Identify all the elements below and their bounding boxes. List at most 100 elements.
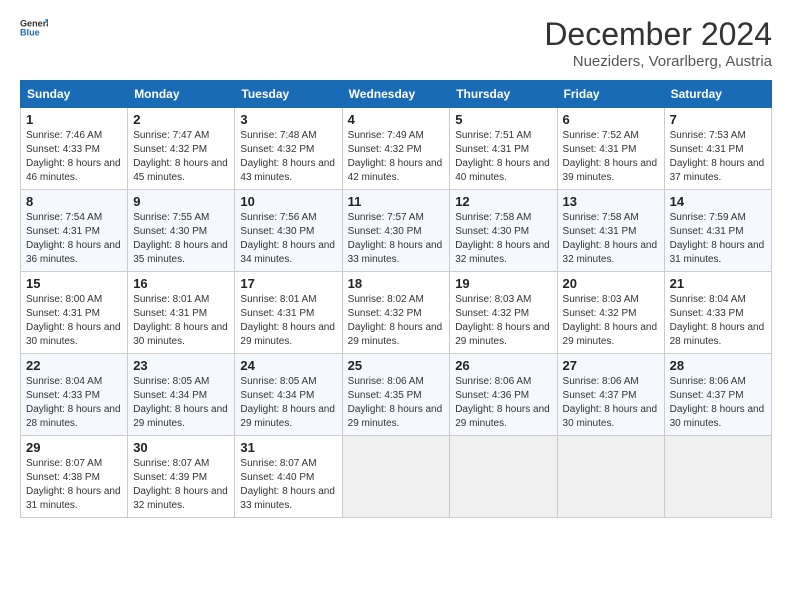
calendar-cell: [450, 436, 557, 518]
logo: General Blue: [20, 16, 48, 38]
day-info: Sunrise: 7:53 AM Sunset: 4:31 PM Dayligh…: [670, 129, 766, 185]
day-info: Sunrise: 7:47 AM Sunset: 4:32 PM Dayligh…: [133, 129, 229, 185]
day-number: 20: [563, 276, 659, 291]
calendar-cell: 8 Sunrise: 7:54 AM Sunset: 4:31 PM Daylig…: [21, 190, 128, 272]
calendar-cell: 21 Sunrise: 8:04 AM Sunset: 4:33 PM Dayli…: [664, 272, 771, 354]
weekday-header-wednesday: Wednesday: [342, 81, 450, 108]
weekday-header-saturday: Saturday: [664, 81, 771, 108]
day-number: 31: [240, 440, 336, 455]
weekday-header-thursday: Thursday: [450, 81, 557, 108]
day-info: Sunrise: 8:05 AM Sunset: 4:34 PM Dayligh…: [240, 375, 336, 431]
day-info: Sunrise: 8:03 AM Sunset: 4:32 PM Dayligh…: [563, 293, 659, 349]
day-number: 25: [348, 358, 445, 373]
day-number: 26: [455, 358, 551, 373]
day-number: 22: [26, 358, 122, 373]
calendar-week-1: 1Sunrise: 7:46 AM Sunset: 4:33 PM Daylig…: [21, 108, 772, 190]
calendar-week-4: 22 Sunrise: 8:04 AM Sunset: 4:33 PM Dayli…: [21, 354, 772, 436]
day-number: 30: [133, 440, 229, 455]
day-number: 8: [26, 194, 122, 209]
day-info: Sunrise: 8:04 AM Sunset: 4:33 PM Dayligh…: [670, 293, 766, 349]
day-number: 6: [563, 112, 659, 127]
day-number: 10: [240, 194, 336, 209]
day-number: 16: [133, 276, 229, 291]
calendar-cell: 10 Sunrise: 7:56 AM Sunset: 4:30 PM Dayli…: [235, 190, 342, 272]
calendar-cell: 15 Sunrise: 8:00 AM Sunset: 4:31 PM Dayli…: [21, 272, 128, 354]
location-title: Nueziders, Vorarlberg, Austria: [544, 53, 772, 70]
day-number: 14: [670, 194, 766, 209]
day-number: 1: [26, 112, 122, 127]
calendar-cell: 25 Sunrise: 8:06 AM Sunset: 4:35 PM Dayli…: [342, 354, 450, 436]
weekday-header-tuesday: Tuesday: [235, 81, 342, 108]
day-number: 15: [26, 276, 122, 291]
day-info: Sunrise: 7:57 AM Sunset: 4:30 PM Dayligh…: [348, 211, 445, 267]
calendar-cell: 28Sunrise: 8:06 AM Sunset: 4:37 PM Dayli…: [664, 354, 771, 436]
day-number: 17: [240, 276, 336, 291]
day-number: 27: [563, 358, 659, 373]
day-info: Sunrise: 8:03 AM Sunset: 4:32 PM Dayligh…: [455, 293, 551, 349]
day-info: Sunrise: 7:59 AM Sunset: 4:31 PM Dayligh…: [670, 211, 766, 267]
day-number: 21: [670, 276, 766, 291]
day-info: Sunrise: 8:05 AM Sunset: 4:34 PM Dayligh…: [133, 375, 229, 431]
calendar-cell: 22 Sunrise: 8:04 AM Sunset: 4:33 PM Dayli…: [21, 354, 128, 436]
day-info: Sunrise: 7:58 AM Sunset: 4:31 PM Dayligh…: [563, 211, 659, 267]
calendar-cell: 3 Sunrise: 7:48 AM Sunset: 4:32 PM Daylig…: [235, 108, 342, 190]
calendar-cell: 29Sunrise: 8:07 AM Sunset: 4:38 PM Dayli…: [21, 436, 128, 518]
calendar-cell: 6 Sunrise: 7:52 AM Sunset: 4:31 PM Daylig…: [557, 108, 664, 190]
calendar-cell: 23 Sunrise: 8:05 AM Sunset: 4:34 PM Dayli…: [128, 354, 235, 436]
calendar-cell: [664, 436, 771, 518]
day-number: 28: [670, 358, 766, 373]
calendar-cell: 24 Sunrise: 8:05 AM Sunset: 4:34 PM Dayli…: [235, 354, 342, 436]
day-number: 19: [455, 276, 551, 291]
weekday-header-monday: Monday: [128, 81, 235, 108]
calendar-table: SundayMondayTuesdayWednesdayThursdayFrid…: [20, 80, 772, 518]
day-info: Sunrise: 8:06 AM Sunset: 4:35 PM Dayligh…: [348, 375, 445, 431]
calendar-week-3: 15 Sunrise: 8:00 AM Sunset: 4:31 PM Dayli…: [21, 272, 772, 354]
calendar-cell: 18Sunrise: 8:02 AM Sunset: 4:32 PM Dayli…: [342, 272, 450, 354]
day-info: Sunrise: 8:07 AM Sunset: 4:40 PM Dayligh…: [240, 457, 336, 513]
day-info: Sunrise: 7:54 AM Sunset: 4:31 PM Dayligh…: [26, 211, 122, 267]
logo-icon: General Blue: [20, 16, 48, 38]
day-number: 2: [133, 112, 229, 127]
day-info: Sunrise: 7:58 AM Sunset: 4:30 PM Dayligh…: [455, 211, 551, 267]
day-number: 7: [670, 112, 766, 127]
day-number: 12: [455, 194, 551, 209]
day-info: Sunrise: 7:48 AM Sunset: 4:32 PM Dayligh…: [240, 129, 336, 185]
calendar-week-5: 29Sunrise: 8:07 AM Sunset: 4:38 PM Dayli…: [21, 436, 772, 518]
day-number: 9: [133, 194, 229, 209]
calendar-cell: 26 Sunrise: 8:06 AM Sunset: 4:36 PM Dayli…: [450, 354, 557, 436]
calendar-cell: 27 Sunrise: 8:06 AM Sunset: 4:37 PM Dayli…: [557, 354, 664, 436]
day-info: Sunrise: 7:56 AM Sunset: 4:30 PM Dayligh…: [240, 211, 336, 267]
day-info: Sunrise: 8:04 AM Sunset: 4:33 PM Dayligh…: [26, 375, 122, 431]
day-info: Sunrise: 8:00 AM Sunset: 4:31 PM Dayligh…: [26, 293, 122, 349]
weekday-header-row: SundayMondayTuesdayWednesdayThursdayFrid…: [21, 81, 772, 108]
calendar-cell: 14 Sunrise: 7:59 AM Sunset: 4:31 PM Dayli…: [664, 190, 771, 272]
day-info: Sunrise: 7:55 AM Sunset: 4:30 PM Dayligh…: [133, 211, 229, 267]
calendar-cell: 2 Sunrise: 7:47 AM Sunset: 4:32 PM Daylig…: [128, 108, 235, 190]
day-info: Sunrise: 8:06 AM Sunset: 4:37 PM Dayligh…: [563, 375, 659, 431]
day-number: 24: [240, 358, 336, 373]
day-info: Sunrise: 8:07 AM Sunset: 4:39 PM Dayligh…: [133, 457, 229, 513]
calendar-cell: 11 Sunrise: 7:57 AM Sunset: 4:30 PM Dayli…: [342, 190, 450, 272]
day-number: 18: [348, 276, 445, 291]
day-info: Sunrise: 8:01 AM Sunset: 4:31 PM Dayligh…: [133, 293, 229, 349]
calendar-cell: 9 Sunrise: 7:55 AM Sunset: 4:30 PM Daylig…: [128, 190, 235, 272]
day-info: Sunrise: 8:01 AM Sunset: 4:31 PM Dayligh…: [240, 293, 336, 349]
day-number: 3: [240, 112, 336, 127]
day-info: Sunrise: 7:49 AM Sunset: 4:32 PM Dayligh…: [348, 129, 445, 185]
month-title: December 2024: [544, 16, 772, 53]
calendar-week-2: 8 Sunrise: 7:54 AM Sunset: 4:31 PM Daylig…: [21, 190, 772, 272]
day-number: 29: [26, 440, 122, 455]
calendar-cell: 7 Sunrise: 7:53 AM Sunset: 4:31 PM Daylig…: [664, 108, 771, 190]
title-block: December 2024 Nueziders, Vorarlberg, Aus…: [544, 16, 772, 70]
day-info: Sunrise: 8:06 AM Sunset: 4:36 PM Dayligh…: [455, 375, 551, 431]
calendar-cell: 13Sunrise: 7:58 AM Sunset: 4:31 PM Dayli…: [557, 190, 664, 272]
calendar-cell: 19 Sunrise: 8:03 AM Sunset: 4:32 PM Dayli…: [450, 272, 557, 354]
calendar-cell: 16 Sunrise: 8:01 AM Sunset: 4:31 PM Dayli…: [128, 272, 235, 354]
day-info: Sunrise: 7:52 AM Sunset: 4:31 PM Dayligh…: [563, 129, 659, 185]
calendar-cell: 4Sunrise: 7:49 AM Sunset: 4:32 PM Daylig…: [342, 108, 450, 190]
day-number: 11: [348, 194, 445, 209]
day-number: 23: [133, 358, 229, 373]
day-info: Sunrise: 7:51 AM Sunset: 4:31 PM Dayligh…: [455, 129, 551, 185]
calendar-cell: 30 Sunrise: 8:07 AM Sunset: 4:39 PM Dayli…: [128, 436, 235, 518]
weekday-header-friday: Friday: [557, 81, 664, 108]
